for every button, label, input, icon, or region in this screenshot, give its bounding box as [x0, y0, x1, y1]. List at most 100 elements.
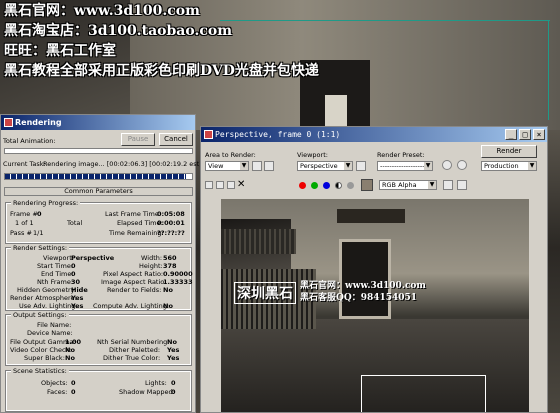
render-settings-label: Render Settings: — [11, 244, 70, 252]
nth-serial-label: Nth Serial Numbering: — [97, 338, 170, 346]
end-time-label: End Time: — [41, 270, 74, 278]
watermark-line-4: 黑石教程全部采用正版彩色印刷DVD光盘并包快递 — [4, 63, 319, 79]
scene-statistics-group: Scene Statistics: Objects: 0 Faces: 0 Li… — [5, 367, 192, 412]
minimize-button[interactable]: _ — [505, 129, 517, 140]
render-preset-value: ------------------- — [380, 162, 425, 170]
save-image-icon[interactable] — [205, 181, 213, 189]
current-task-progress — [4, 173, 193, 180]
close-button[interactable]: × — [533, 129, 545, 140]
video-color-check-label: Video Color Check: — [10, 346, 72, 354]
total-animation-progress — [4, 148, 193, 154]
frame-window-titlebar[interactable]: Perspective, frame 0 (1:1) _ □ × — [201, 127, 547, 142]
display-toggle-2-icon[interactable] — [457, 180, 467, 190]
compute-adv-label: Compute Adv. Lighting: — [93, 302, 170, 310]
time-remaining-label: Time Remaining: — [109, 229, 164, 237]
green-channel-icon[interactable] — [311, 182, 318, 189]
rendering-progress-label: Rendering Progress: — [11, 199, 81, 207]
pass-value: 1/1 — [33, 229, 44, 237]
lights-label: Lights: — [145, 379, 167, 387]
watermark-line-1: 黑石官网：www.3d100.com — [4, 3, 200, 19]
render-setup-icon[interactable] — [442, 160, 452, 170]
objects-label: Objects: — [41, 379, 68, 387]
compute-adv-value: No — [163, 302, 173, 310]
scene-sign — [337, 209, 405, 223]
render-preset-select[interactable]: ------------------- ▼ — [377, 161, 433, 171]
common-params-label: Common Parameters — [64, 187, 133, 195]
chevron-down-icon: ▼ — [424, 162, 432, 170]
progress-fill — [5, 174, 187, 179]
pixel-aspect-label: Pixel Aspect Ratio: — [103, 270, 164, 278]
shadow-mapped-label: Shadow Mapped: — [119, 388, 175, 396]
common-params-rollout[interactable]: Common Parameters — [4, 187, 193, 196]
alpha-channel-icon[interactable] — [335, 182, 342, 189]
viewport-border-top — [220, 20, 550, 21]
viewport-value: Perspective — [71, 254, 115, 262]
copy-image-icon[interactable] — [216, 181, 224, 189]
overlay-qq-number: 984154051 — [360, 293, 418, 303]
chevron-down-icon: ▼ — [528, 162, 536, 170]
render-fields-value: No — [163, 286, 173, 294]
pause-button[interactable]: Pause — [121, 133, 155, 146]
render-settings-group: Render Settings: Viewport: Perspective S… — [5, 244, 193, 311]
cancel-button[interactable]: Cancel — [159, 133, 193, 146]
viewport-select[interactable]: Perspective ▼ — [297, 161, 353, 171]
use-adv-lighting-value: Yes — [71, 302, 84, 310]
auto-region-icon[interactable] — [264, 161, 274, 171]
rendering-window: Rendering Total Animation: Pause Cancel … — [0, 114, 202, 413]
chevron-down-icon: ▼ — [344, 162, 352, 170]
overlay-qq: 黑石客服QQ：984154051 — [300, 290, 417, 303]
file-name-label: File Name: — [37, 321, 72, 329]
area-to-render-select[interactable]: View ▼ — [205, 161, 249, 171]
color-swatch[interactable] — [361, 179, 373, 191]
watermark-line-3: 旺旺：黑石工作室 — [4, 43, 116, 59]
chevron-down-icon: ▼ — [240, 162, 248, 170]
nth-frame-label: Nth Frame: — [37, 278, 74, 286]
file-output-gamma-value: 1.00 — [65, 338, 82, 346]
viewport-select-label: Viewport: — [297, 151, 328, 159]
device-name-label: Device Name: — [27, 329, 73, 337]
time-remaining: ??:??:?? — [157, 229, 185, 237]
red-channel-icon[interactable] — [299, 182, 306, 189]
render-preset-label: Render Preset: — [377, 151, 425, 159]
rendered-image — [221, 199, 529, 412]
channel-select[interactable]: RGB Alpha ▼ — [379, 180, 437, 190]
rendering-titlebar[interactable]: Rendering — [1, 115, 195, 130]
area-to-render-value: View — [208, 162, 224, 170]
lock-viewport-icon[interactable] — [356, 161, 366, 171]
hidden-geometry-label: Hidden Geometry: — [17, 286, 77, 294]
render-button[interactable]: Render — [481, 145, 537, 158]
scene-statistics-label: Scene Statistics: — [11, 367, 69, 375]
super-black-label: Super Black: — [24, 354, 65, 362]
render-atmosphere-value: Yes — [71, 294, 84, 302]
current-task-label: Current Task: — [3, 160, 46, 168]
last-frame-time-label: Last Frame Time: — [105, 210, 162, 218]
start-time-label: Start Time: — [37, 262, 74, 270]
last-frame-time: 0:05:08 — [157, 210, 185, 218]
app-icon — [204, 130, 213, 139]
clone-window-icon[interactable] — [227, 181, 235, 189]
frame-window-title: Perspective, frame 0 (1:1) — [215, 130, 341, 139]
overlay-qq-label: 黑石客服QQ： — [300, 293, 361, 303]
display-toggle-icon[interactable] — [443, 180, 453, 190]
edit-region-icon[interactable] — [252, 161, 262, 171]
environment-icon[interactable] — [457, 160, 467, 170]
rendering-title: Rendering — [15, 118, 62, 127]
maximize-button[interactable]: □ — [519, 129, 531, 140]
watermark-line-2: 黑石淘宝店：3d100.taobao.com — [4, 23, 233, 39]
total-label: Total — [67, 219, 83, 227]
lights-value: 0 — [171, 379, 176, 387]
nth-serial-value: No — [167, 338, 177, 346]
monochrome-icon[interactable] — [347, 182, 354, 189]
chevron-down-icon: ▼ — [428, 181, 436, 189]
elapsed-time: 0:00:01 — [157, 219, 185, 227]
blue-channel-icon[interactable] — [323, 182, 330, 189]
hidden-geometry-value: Hide — [71, 286, 88, 294]
of-label: 1 of 1 — [15, 219, 34, 227]
elapsed-time-label: Elapsed Time: — [117, 219, 163, 227]
height-value: 378 — [163, 262, 177, 270]
output-settings-group: Output Settings: File Name: Device Name:… — [5, 311, 192, 366]
video-color-check-value: No — [65, 346, 75, 354]
clear-icon[interactable]: ✕ — [237, 179, 245, 190]
production-select[interactable]: Production ▼ — [481, 161, 537, 171]
scene-roof-tiles — [221, 229, 296, 254]
